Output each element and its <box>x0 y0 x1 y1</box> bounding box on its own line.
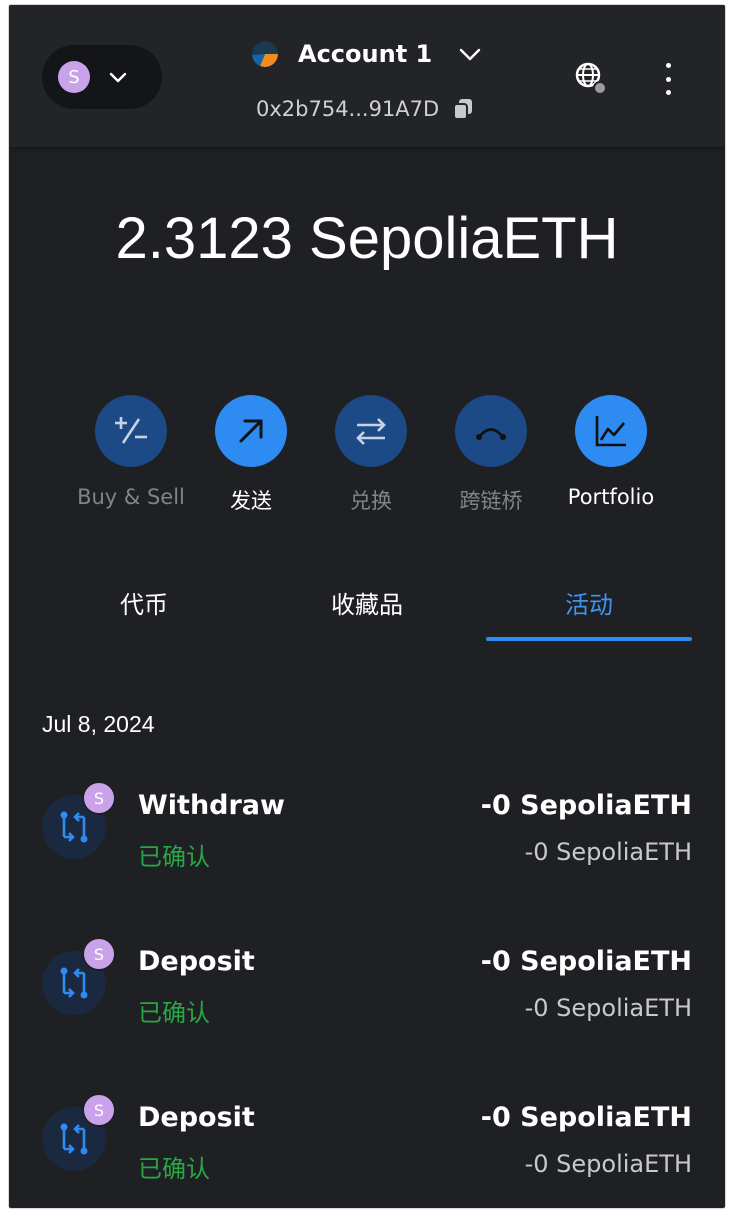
send-button[interactable]: 发送 <box>191 395 311 515</box>
account-name: Account 1 <box>298 40 433 68</box>
header: S Account 1 0x2b754...91A7D <box>9 5 725 147</box>
buy-sell-button[interactable]: Buy & Sell <box>71 395 191 515</box>
arrow-up-right-icon <box>239 419 263 443</box>
portfolio-circle <box>575 395 647 467</box>
activity-status: 已确认 <box>138 1155 210 1183</box>
activity-date: Jul 8, 2024 <box>42 711 155 737</box>
buy-sell-label: Buy & Sell <box>77 485 185 509</box>
chevron-down-icon <box>109 72 127 83</box>
swap-label: 兑换 <box>350 489 392 513</box>
activity-item[interactable]: S Deposit 已确认 -0 SepoliaETH -0 SepoliaET… <box>9 1093 725 1197</box>
account-address[interactable]: 0x2b754...91A7D <box>256 97 475 121</box>
network-badge: S <box>82 781 116 815</box>
network-badge: S <box>82 937 116 971</box>
activity-amount: -0 SepoliaETH <box>480 790 692 821</box>
network-picker[interactable]: S <box>42 45 162 109</box>
swap-arrows-icon <box>356 418 386 445</box>
activity-fiat-amount: -0 SepoliaETH <box>524 994 692 1022</box>
tab-collectibles[interactable]: 收藏品 <box>257 585 477 620</box>
more-options-icon[interactable] <box>655 63 681 95</box>
activity-fiat-amount: -0 SepoliaETH <box>524 838 692 866</box>
activity-fiat-amount: -0 SepoliaETH <box>524 1150 692 1178</box>
activity-amount: -0 SepoliaETH <box>480 1102 692 1133</box>
activity-title: Deposit <box>138 946 255 977</box>
chevron-down-icon <box>460 48 481 61</box>
bridge-button[interactable]: 跨链桥 <box>431 395 551 515</box>
bridge-label: 跨链桥 <box>459 489 523 513</box>
swap-button[interactable]: 兑换 <box>311 395 431 515</box>
plus-minus-icon <box>115 417 147 444</box>
activity-amount: -0 SepoliaETH <box>480 946 692 977</box>
portfolio-button[interactable]: Portfolio <box>551 395 671 515</box>
network-badge: S <box>82 1093 116 1127</box>
tab-bar: 代币 收藏品 活动 <box>9 565 725 641</box>
wallet-window: S Account 1 0x2b754...91A7D 2.3123 Sepol… <box>9 5 725 1208</box>
activity-item[interactable]: S Deposit 已确认 -0 SepoliaETH -0 SepoliaET… <box>9 937 725 1041</box>
balance-display: 2.3123 SepoliaETH <box>115 206 619 271</box>
globe-connection-icon[interactable] <box>573 60 609 96</box>
address-text: 0x2b754...91A7D <box>256 97 440 121</box>
copy-icon[interactable] <box>451 97 475 121</box>
swap-circle <box>335 395 407 467</box>
buy-sell-circle <box>95 395 167 467</box>
activity-title: Deposit <box>138 1102 255 1133</box>
bridge-icon <box>476 428 506 440</box>
activity-item[interactable]: S Withdraw 已确认 -0 SepoliaETH -0 SepoliaE… <box>9 781 725 885</box>
send-label: 发送 <box>230 489 272 513</box>
tab-tokens[interactable]: 代币 <box>34 585 254 620</box>
portfolio-label: Portfolio <box>567 485 655 509</box>
send-circle <box>215 395 287 467</box>
account-avatar-icon <box>252 41 278 67</box>
activity-status: 已确认 <box>138 843 210 871</box>
activity-status: 已确认 <box>138 999 210 1027</box>
network-avatar: S <box>58 61 90 93</box>
tab-activity[interactable]: 活动 <box>479 585 699 620</box>
action-bar: Buy & Sell 发送 兑换 跨链桥 Portfolio <box>71 395 671 515</box>
chart-icon <box>595 416 626 447</box>
account-picker[interactable]: Account 1 <box>252 40 482 68</box>
bridge-circle <box>455 395 527 467</box>
activity-title: Withdraw <box>138 790 285 821</box>
active-tab-indicator <box>486 637 692 641</box>
